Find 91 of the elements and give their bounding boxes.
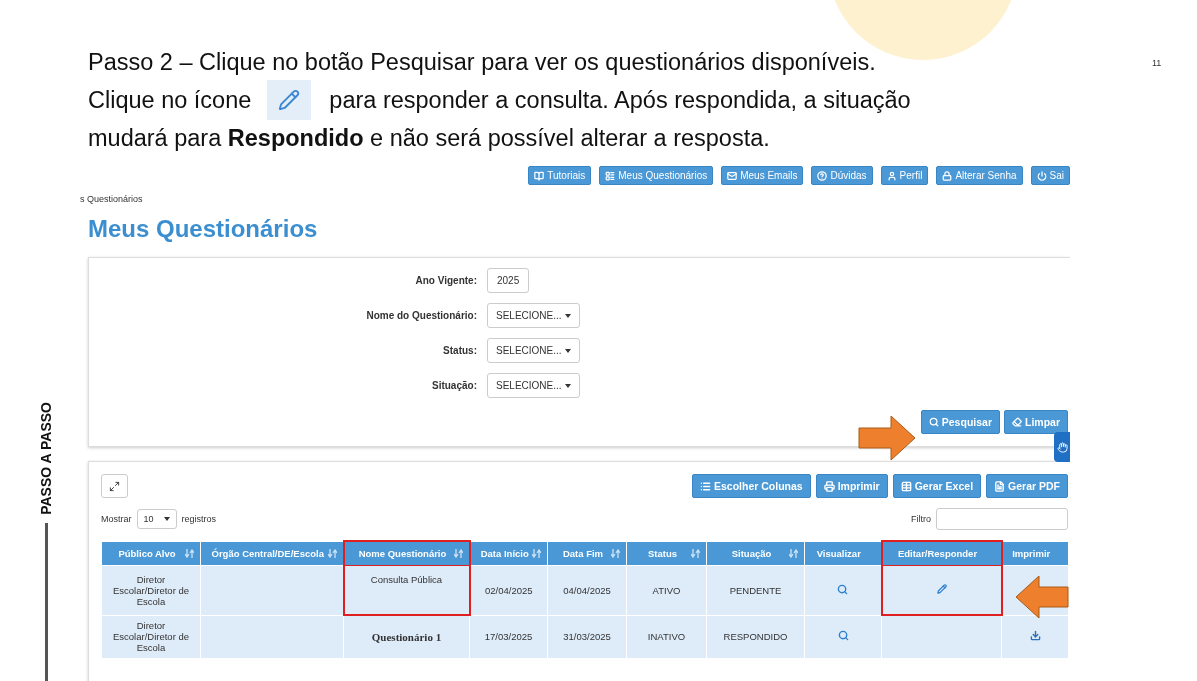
toolbar-button[interactable]: Imprimir	[815, 474, 888, 498]
column-header[interactable]: Órgão Central/DE/Escola	[200, 541, 344, 566]
clear-button[interactable]: Limpar	[1004, 410, 1068, 434]
filter-label: Filtro	[911, 514, 931, 524]
side-label: PASSO A PASSO	[38, 402, 54, 515]
instruction-text: mudará para Respondido e não será possível alterar a resposta.	[88, 124, 770, 153]
field-label: Status:	[443, 345, 477, 356]
column-header[interactable]: Imprimir	[1001, 541, 1069, 566]
table-cell: 04/04/2025	[563, 584, 611, 596]
page-number: 11	[1152, 58, 1162, 70]
search-button[interactable]: Pesquisar	[920, 410, 1000, 434]
table-cell: Diretor Escolar/Diretor de Escola	[113, 573, 189, 607]
nav-icon	[886, 170, 897, 181]
column-header[interactable]: Situação	[706, 541, 805, 566]
sort-icon[interactable]	[789, 548, 798, 558]
eraser-icon	[1012, 417, 1022, 427]
instruction-text: Passo 2 – Clique no botão Pesquisar para ver os questionários disponíveis.	[88, 48, 876, 77]
table-cell: PENDENTE	[729, 584, 782, 596]
table-cell: 31/03/2025	[563, 631, 611, 643]
accessibility-widget[interactable]	[1054, 432, 1070, 462]
nav-icon	[942, 170, 953, 181]
callout-arrow	[1015, 575, 1069, 619]
column-header[interactable]: Editar/Responder	[881, 541, 1002, 566]
nav-button[interactable]: Meus Questionários	[599, 166, 714, 185]
nav-button[interactable]: Alterar Senha	[936, 166, 1023, 185]
select-field[interactable]: SELECIONE...	[487, 338, 580, 363]
table-cell: 17/03/2025	[484, 631, 533, 643]
instruction-text: para responder a consulta. Após respondida, a situação	[329, 86, 911, 115]
expand-button[interactable]	[101, 474, 128, 498]
table-cell: ATIVO	[652, 584, 681, 596]
caret-icon	[564, 348, 571, 353]
toolbar-icon	[900, 480, 912, 492]
hand-icon	[1056, 441, 1068, 453]
search-icon	[928, 417, 939, 427]
pencil-icon[interactable]	[936, 584, 947, 594]
nav-button[interactable]: Sai	[1030, 166, 1070, 185]
caret-icon	[564, 313, 571, 318]
field-label: Nome do Questionário:	[366, 310, 477, 321]
table-cell: INATIVO	[647, 631, 686, 643]
table-cell: 02/04/2025	[484, 584, 533, 596]
table-cell: Consulta Pública	[370, 574, 443, 585]
page-heading: Meus Questionários	[88, 215, 319, 243]
sort-icon[interactable]	[611, 548, 620, 558]
select-field[interactable]: SELECIONE...	[487, 303, 580, 328]
nav-icon	[534, 170, 545, 181]
input-field[interactable]: 2025	[487, 268, 530, 293]
toolbar-button[interactable]: Gerar PDF	[986, 474, 1068, 498]
search-icon[interactable]	[837, 583, 849, 595]
field-label: Ano Vigente:	[415, 275, 477, 286]
select-field[interactable]: SELECIONE...	[487, 373, 580, 398]
toolbar-icon	[823, 480, 835, 492]
length-label: registros	[181, 514, 217, 524]
length-label: Mostrar	[101, 514, 132, 524]
sort-icon[interactable]	[691, 548, 700, 558]
sort-icon[interactable]	[327, 548, 337, 558]
field-label: Situação:	[432, 380, 477, 391]
nav-icon	[605, 170, 616, 181]
column-header[interactable]: Visualizar	[804, 541, 882, 566]
table-cell: RESPONDIDO	[723, 631, 788, 643]
page-size-select[interactable]: 10	[136, 509, 177, 529]
table-cell: Questionário 1	[371, 631, 442, 643]
table-cell: Diretor Escolar/Diretor de Escola	[113, 620, 189, 654]
expand-icon	[109, 480, 120, 492]
filter-field[interactable]	[936, 508, 1068, 530]
nav-icon	[1036, 170, 1047, 181]
sort-icon[interactable]	[453, 549, 463, 558]
caret-icon	[163, 517, 170, 521]
instruction-text: Clique no ícone	[88, 86, 252, 115]
download-icon[interactable]	[1029, 630, 1041, 642]
breadcrumb: s Questionários	[80, 194, 144, 204]
caret-icon	[564, 383, 571, 388]
pencil-icon	[267, 80, 312, 120]
nav-button[interactable]: Meus Emails	[721, 166, 804, 185]
column-header[interactable]: Nome Questionário	[343, 541, 470, 566]
nav-button[interactable]: Dúvidas	[811, 166, 873, 185]
column-header[interactable]: Público Alvo	[101, 541, 201, 566]
column-header[interactable]: Data Fim	[547, 541, 627, 566]
column-header[interactable]: Status	[626, 541, 707, 566]
callout-arrow	[858, 415, 916, 461]
toolbar-button[interactable]: Escolher Colunas	[691, 474, 811, 498]
nav-button[interactable]: Perfil	[880, 166, 929, 185]
search-icon[interactable]	[837, 630, 849, 642]
toolbar-icon	[699, 480, 711, 492]
nav-icon	[727, 170, 738, 181]
nav-button[interactable]: Tutoriais	[528, 166, 592, 185]
column-header[interactable]: Data Início	[469, 541, 548, 566]
nav-icon	[817, 170, 828, 181]
toolbar-icon	[994, 480, 1006, 492]
sort-icon[interactable]	[532, 548, 541, 558]
toolbar-button[interactable]: Gerar Excel	[892, 474, 982, 498]
sort-icon[interactable]	[185, 548, 194, 558]
